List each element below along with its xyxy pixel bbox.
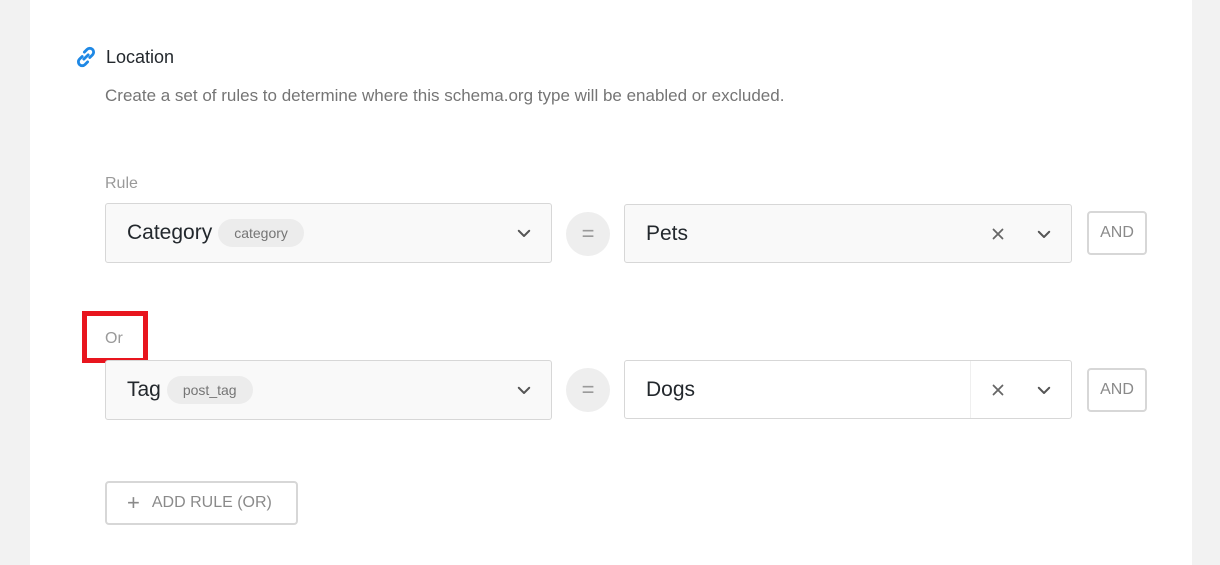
chevron-down-icon[interactable] [515, 381, 533, 399]
rule-1-value-select[interactable]: Pets [624, 204, 1072, 263]
field-select-value: Category [127, 221, 213, 244]
field-select-value: Tag [127, 378, 161, 401]
add-rule-label: ADD RULE (OR) [151, 494, 272, 511]
chevron-down-icon[interactable] [515, 224, 533, 242]
select-divider [970, 361, 971, 418]
value-select-value: Pets [646, 221, 689, 245]
field-slug-badge: category [218, 219, 304, 247]
close-icon[interactable] [989, 225, 1007, 243]
plus-icon: + [127, 490, 140, 515]
value-select-value: Dogs [646, 377, 696, 401]
and-button[interactable]: AND [1087, 211, 1147, 255]
add-rule-button[interactable]: + ADD RULE (OR) [105, 481, 298, 525]
operator-equals: = [566, 368, 610, 412]
section-title: Location [106, 46, 175, 67]
chevron-down-icon[interactable] [1035, 225, 1053, 243]
rule-2-value-select[interactable]: Dogs [624, 360, 1072, 419]
rule-group-label-or: Or [105, 330, 123, 347]
rule-2-field-select[interactable]: Tag post_tag [105, 360, 552, 420]
and-button[interactable]: AND [1087, 368, 1147, 412]
rule-group-label: Rule [105, 175, 138, 192]
close-icon[interactable] [989, 381, 1007, 399]
chevron-down-icon[interactable] [1035, 381, 1053, 399]
section-header: Location [72, 40, 174, 74]
operator-equals: = [566, 212, 610, 256]
field-slug-badge: post_tag [166, 376, 253, 404]
location-panel: Location Create a set of rules to determ… [30, 0, 1192, 565]
section-description: Create a set of rules to determine where… [105, 86, 785, 105]
link-icon [72, 43, 100, 71]
rule-1-field-select[interactable]: Category category [105, 203, 552, 263]
